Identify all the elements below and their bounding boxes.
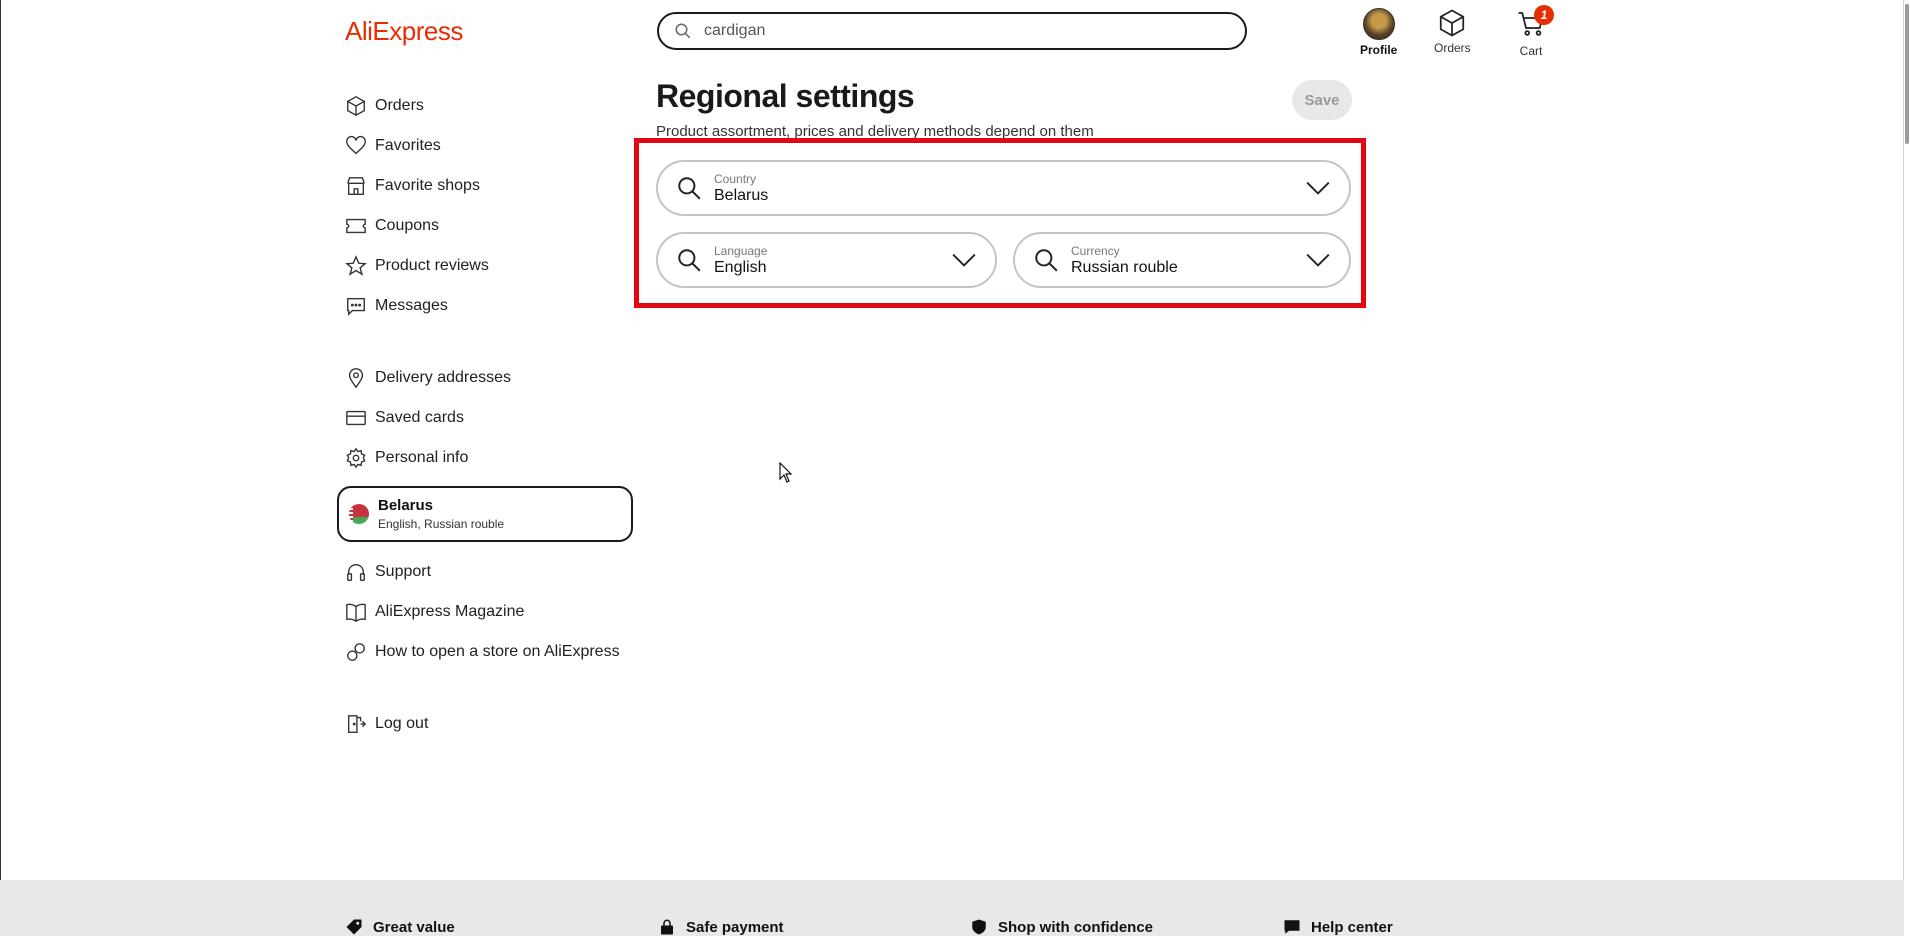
- sidebar-item-personal-info[interactable]: Personal info: [345, 438, 635, 478]
- sidebar-item-favorite-shops[interactable]: Favorite shops: [345, 166, 635, 206]
- store-icon: [347, 177, 365, 195]
- sidebar-item-label: Product reviews: [375, 257, 489, 274]
- chevron-down-icon: [1306, 253, 1330, 267]
- country-select[interactable]: Country Belarus: [656, 160, 1351, 216]
- sidebar-item-messages[interactable]: Messages: [345, 286, 635, 326]
- currency-select[interactable]: Currency Russian rouble: [1013, 232, 1351, 288]
- cart-label: Cart: [1519, 44, 1543, 58]
- sidebar-item-product-reviews[interactable]: Product reviews: [345, 246, 635, 286]
- search-bar[interactable]: [657, 12, 1247, 50]
- logo[interactable]: AliExpress: [345, 16, 463, 47]
- coupon-icon: [346, 218, 366, 234]
- country-value: Belarus: [714, 186, 769, 204]
- window-edge: [0, 0, 1, 880]
- chat-icon: [1284, 920, 1300, 934]
- sidebar-item-label: Saved cards: [375, 409, 464, 426]
- sidebar-item-favorites[interactable]: Favorites: [345, 126, 635, 166]
- box-icon: [1440, 9, 1465, 37]
- link-icon: [347, 643, 365, 661]
- footer-item-label: Safe payment: [686, 918, 784, 936]
- footer-great-value[interactable]: Great value: [345, 918, 455, 936]
- footer-item-label: Shop with confidence: [998, 918, 1154, 936]
- search-input[interactable]: [702, 21, 1206, 41]
- region-country: Belarus: [378, 497, 434, 514]
- heart-icon: [346, 135, 366, 155]
- sidebar-item-label: Coupons: [375, 217, 440, 234]
- belarus-flag-icon: [349, 504, 369, 524]
- gear-icon: [346, 447, 366, 469]
- footer: [0, 880, 1904, 936]
- sidebar-item-orders[interactable]: Orders: [345, 86, 635, 126]
- tag-icon: [346, 919, 362, 935]
- mouse-cursor-icon: [779, 462, 793, 483]
- sidebar-item-label: Delivery addresses: [375, 369, 512, 386]
- search-icon: [675, 23, 691, 39]
- page-title: Regional settings: [656, 78, 915, 114]
- chevron-down-icon: [1306, 181, 1330, 195]
- footer-help-center[interactable]: Help center: [1283, 918, 1393, 936]
- sidebar-item-label: Orders: [375, 97, 424, 114]
- language-value: English: [714, 258, 767, 276]
- profile-button[interactable]: Profile: [1360, 8, 1397, 57]
- sidebar-item-label: Support: [375, 563, 432, 580]
- language-label: Language: [714, 243, 768, 258]
- region-details: English, Russian rouble: [378, 517, 505, 531]
- sidebar-item-label: Log out: [375, 715, 429, 732]
- book-icon: [346, 603, 366, 622]
- search-icon: [678, 177, 701, 200]
- sidebar-item-label: How to open a store on AliExpress: [375, 643, 620, 660]
- footer-item-label: Help center: [1311, 918, 1393, 936]
- cart-count-badge: 1: [1534, 5, 1554, 25]
- footer-shop-with-confidence[interactable]: Shop with confidence: [970, 918, 1153, 936]
- shield-icon: [972, 919, 986, 935]
- box-icon: [347, 96, 365, 116]
- currency-value: Russian rouble: [1071, 258, 1178, 276]
- region-selector-card[interactable]: Belarus English, Russian rouble: [337, 486, 633, 542]
- cart-button[interactable]: 1 Cart: [1516, 5, 1554, 58]
- credit-card-icon: [346, 410, 366, 426]
- profile-label: Profile: [1360, 43, 1398, 57]
- sidebar-item-support[interactable]: Support: [345, 552, 635, 592]
- scrollbar[interactable]: [1903, 0, 1910, 936]
- star-icon: [345, 255, 367, 276]
- search-icon: [1035, 249, 1058, 272]
- location-pin-icon: [348, 368, 364, 389]
- sidebar: Orders Favorites Favorite shops Coupons …: [337, 86, 635, 744]
- sidebar-item-saved-cards[interactable]: Saved cards: [345, 398, 635, 438]
- avatar: [1362, 8, 1395, 40]
- currency-label: Currency: [1071, 243, 1120, 258]
- orders-label: Orders: [1434, 41, 1471, 55]
- sidebar-item-coupons[interactable]: Coupons: [345, 206, 635, 246]
- orders-button[interactable]: Orders: [1434, 8, 1471, 55]
- footer-item-label: Great value: [373, 918, 455, 936]
- sidebar-item-label: Favorites: [375, 137, 441, 154]
- sidebar-item-delivery-addresses[interactable]: Delivery addresses: [345, 358, 635, 398]
- scrollbar-thumb[interactable]: [1905, 4, 1909, 144]
- logout-icon: [347, 715, 367, 733]
- footer-safe-payment[interactable]: Safe payment: [658, 918, 784, 936]
- chevron-down-icon: [952, 253, 976, 267]
- sidebar-item-open-store[interactable]: How to open a store on AliExpress: [345, 632, 635, 672]
- lock-icon: [661, 919, 673, 935]
- sidebar-item-logout[interactable]: Log out: [345, 704, 635, 744]
- sidebar-item-magazine[interactable]: AliExpress Magazine: [345, 592, 635, 632]
- language-select[interactable]: Language English: [656, 232, 997, 288]
- sidebar-item-label: AliExpress Magazine: [375, 603, 525, 620]
- sidebar-item-label: Messages: [375, 297, 448, 314]
- message-icon: [347, 297, 365, 316]
- save-button[interactable]: Save: [1292, 80, 1352, 120]
- sidebar-item-label: Favorite shops: [375, 177, 480, 194]
- country-label: Country: [714, 171, 757, 186]
- sidebar-item-label: Personal info: [375, 449, 469, 466]
- search-icon: [678, 249, 701, 272]
- headphones-icon: [347, 564, 365, 581]
